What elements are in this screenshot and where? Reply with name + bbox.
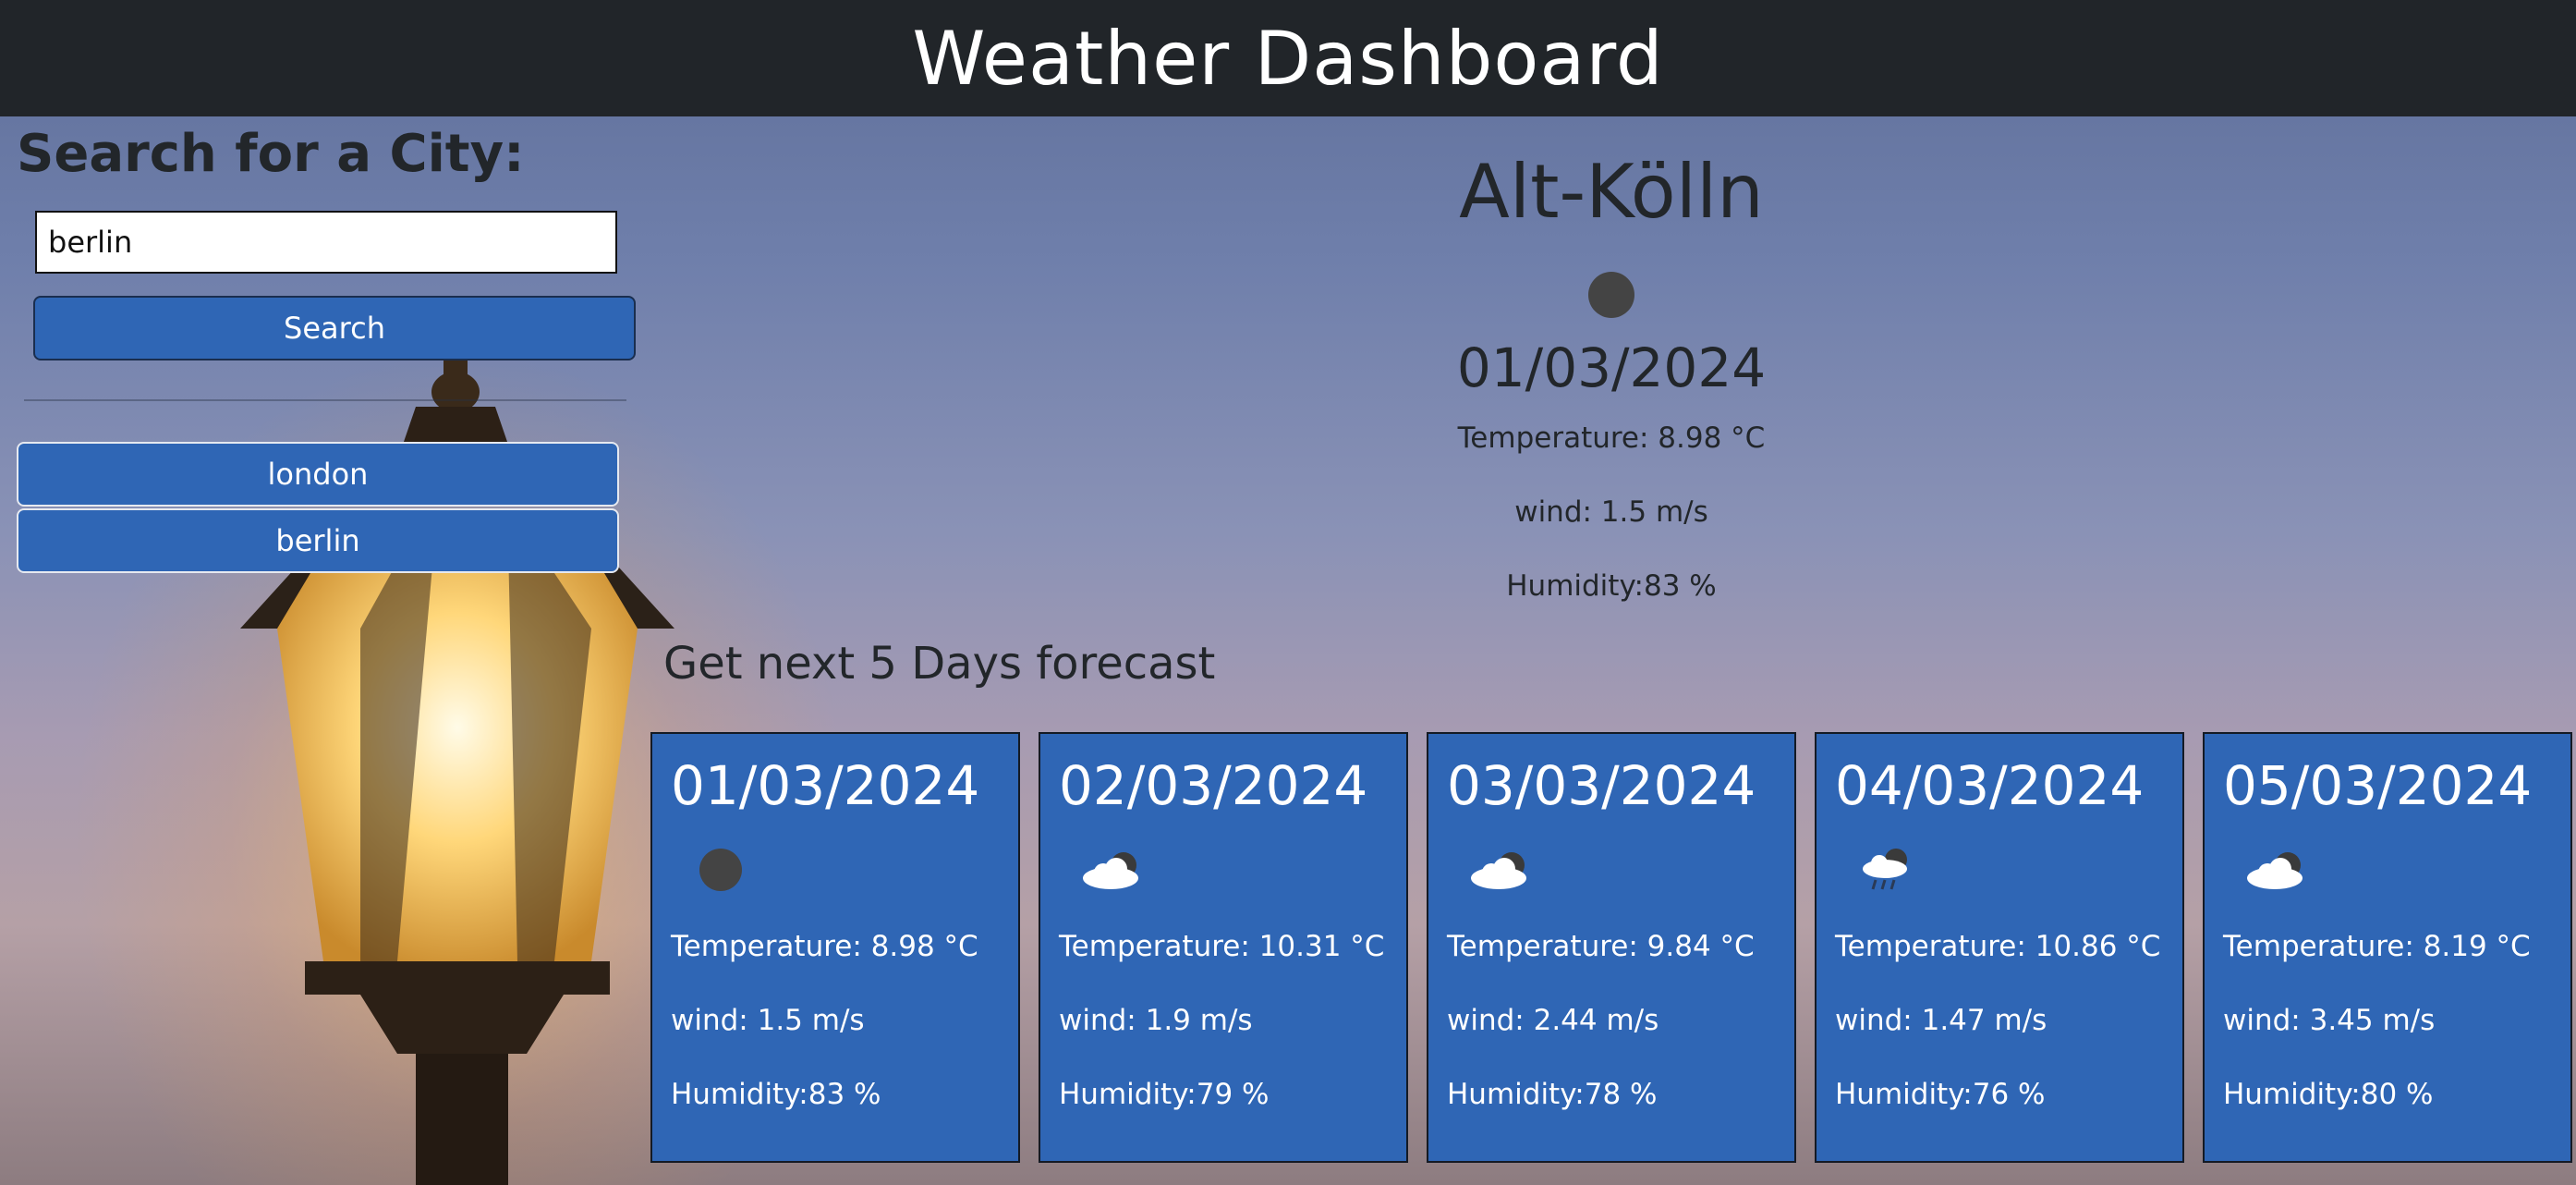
forecast-date: 01/03/2024 xyxy=(671,754,980,817)
search-history: london berlin xyxy=(17,442,619,575)
search-button[interactable]: Search xyxy=(33,296,636,360)
rain-cloud-icon xyxy=(1863,849,1907,890)
forecast-temperature: Temperature: 10.86 °C xyxy=(1835,930,2161,963)
history-item-london[interactable]: london xyxy=(17,442,619,507)
forecast-wind: wind: 3.45 m/s xyxy=(2223,1004,2436,1037)
sidebar-divider xyxy=(24,399,626,401)
current-date: 01/03/2024 xyxy=(1456,336,1767,399)
forecast-card: 03/03/2024 Temperature: 9.84 °C wind: 2.… xyxy=(1427,732,1796,1163)
forecast-humidity: Humidity:83 % xyxy=(671,1078,881,1111)
city-name: Alt-Kölln xyxy=(1459,149,1764,235)
forecast-humidity: Humidity:76 % xyxy=(1835,1078,2046,1111)
forecast-wind: wind: 1.47 m/s xyxy=(1835,1004,2047,1037)
city-search-input[interactable] xyxy=(35,211,617,274)
forecast-date: 04/03/2024 xyxy=(1835,754,2145,817)
page-title: Weather Dashboard xyxy=(912,15,1664,102)
current-weather: Alt-Kölln 01/03/2024 Temperature: 8.98 °… xyxy=(1242,139,1981,603)
forecast-temperature: Temperature: 10.31 °C xyxy=(1059,930,1385,963)
forecast-humidity: Humidity:80 % xyxy=(2223,1078,2434,1111)
cloudy-night-icon xyxy=(1083,852,1138,889)
forecast-date: 03/03/2024 xyxy=(1447,754,1756,817)
forecast-wind: wind: 1.5 m/s xyxy=(671,1004,865,1037)
current-humidity: Humidity:83 % xyxy=(1506,569,1717,603)
cloudy-night-icon xyxy=(2247,852,2303,889)
history-item-berlin[interactable]: berlin xyxy=(17,508,619,573)
forecast-humidity: Humidity:78 % xyxy=(1447,1078,1658,1111)
moon-icon xyxy=(699,849,742,891)
forecast-card: 04/03/2024 Temperature: 10.86 °C wind: 1… xyxy=(1815,732,2184,1163)
current-wind: wind: 1.5 m/s xyxy=(1514,495,1708,529)
forecast-wind: wind: 1.9 m/s xyxy=(1059,1004,1253,1037)
forecast-date: 05/03/2024 xyxy=(2223,754,2533,817)
forecast-temperature: Temperature: 8.98 °C xyxy=(671,930,978,963)
forecast-temperature: Temperature: 9.84 °C xyxy=(1447,930,1755,963)
moon-icon xyxy=(1588,272,1634,318)
forecast-temperature: Temperature: 8.19 °C xyxy=(2223,930,2531,963)
forecast-wind: wind: 2.44 m/s xyxy=(1447,1004,1659,1037)
forecast-card: 05/03/2024 Temperature: 8.19 °C wind: 3.… xyxy=(2203,732,2572,1163)
app-header: Weather Dashboard xyxy=(0,0,2576,116)
search-title: Search for a City: xyxy=(17,124,525,184)
forecast-humidity: Humidity:79 % xyxy=(1059,1078,1270,1111)
forecast-date: 02/03/2024 xyxy=(1059,754,1368,817)
forecast-card: 02/03/2024 Temperature: 10.31 °C wind: 1… xyxy=(1039,732,1408,1163)
forecast-heading: Get next 5 Days forecast xyxy=(663,638,1216,690)
forecast-card: 01/03/2024 Temperature: 8.98 °C wind: 1.… xyxy=(650,732,1020,1163)
current-temperature: Temperature: 8.98 °C xyxy=(1457,421,1766,455)
cloudy-night-icon xyxy=(1471,852,1526,889)
